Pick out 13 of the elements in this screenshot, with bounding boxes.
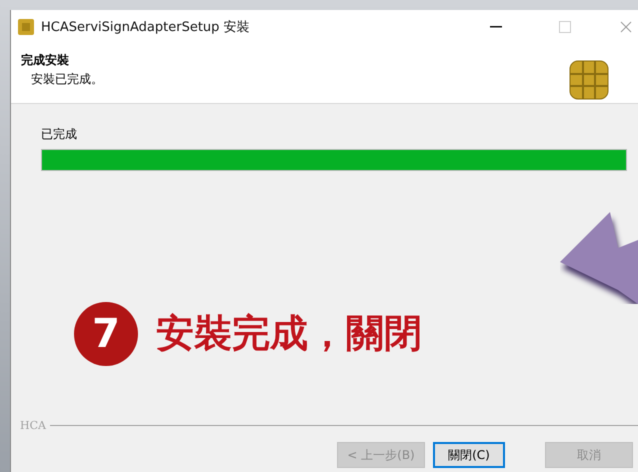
window-title: HCAServiSignAdapterSetup 安裝 — [41, 19, 251, 36]
minimize-icon[interactable] — [490, 26, 502, 28]
annotation-text: 安裝完成，關閉 — [156, 310, 422, 357]
close-icon[interactable] — [620, 21, 632, 33]
page-subtitle: 安裝已完成。 — [30, 71, 103, 88]
brand-label: HCA — [20, 419, 46, 432]
arrow-icon — [560, 212, 638, 304]
page-title: 完成安裝 — [21, 52, 70, 69]
chip-icon — [569, 60, 609, 100]
dialog-button[interactable]: 關閉(C) — [433, 442, 505, 468]
app-icon — [17, 18, 35, 36]
maximize-icon[interactable] — [559, 21, 571, 33]
progress-label: 已完成 — [41, 126, 78, 143]
